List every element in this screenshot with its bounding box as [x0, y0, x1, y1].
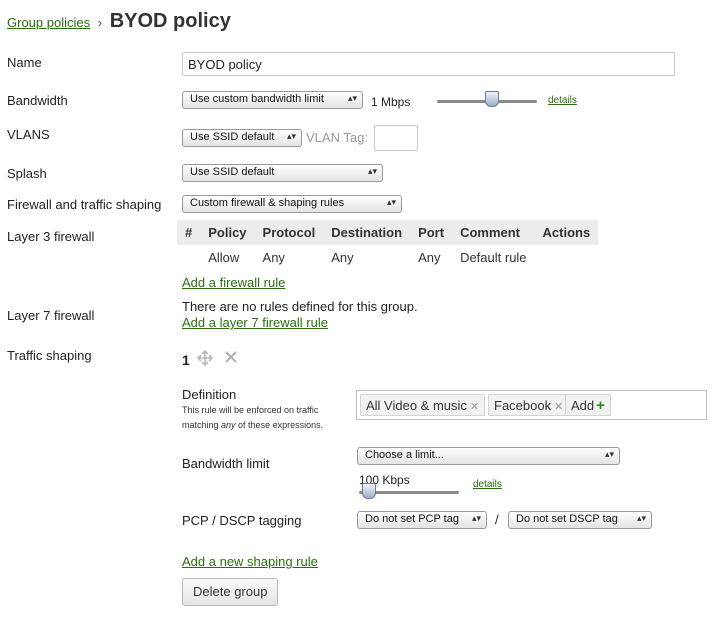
bandwidth-limit-label: Bandwidth limit: [182, 456, 270, 471]
updown-arrow-icon: ▴▾: [367, 166, 377, 176]
dscp-tag-select[interactable]: Do not set DSCP tag ▴▾: [508, 511, 652, 529]
add-expression-button[interactable]: Add +: [565, 394, 611, 416]
col-policy: Policy: [200, 220, 255, 245]
vlan-tag-label: VLAN Tag:: [306, 130, 368, 145]
add-shaping-rule-link[interactable]: Add a new shaping rule: [182, 554, 318, 569]
dscp-tag-select-value: Do not set DSCP tag: [516, 513, 618, 525]
cell-port: Any: [418, 249, 441, 265]
definition-hint-emphasis: any: [221, 420, 236, 430]
col-port: Port: [410, 220, 453, 245]
vlan-tag-input[interactable]: [374, 125, 418, 151]
layer7-empty-text: There are no rules defined for this grou…: [182, 299, 418, 314]
chip-label: Facebook: [494, 398, 552, 413]
close-icon[interactable]: [223, 349, 239, 368]
bandwidth-slider-handle[interactable]: [485, 91, 499, 107]
remove-chip-icon[interactable]: ✕: [470, 401, 479, 413]
bandwidth-details-link[interactable]: details: [548, 95, 577, 106]
col-actions: Actions: [534, 220, 599, 245]
layer7-label: Layer 7 firewall: [7, 308, 95, 323]
firewall-select-value: Custom firewall & shaping rules: [190, 197, 345, 209]
pcp-tag-select-value: Do not set PCP tag: [365, 513, 459, 525]
bandwidth-limit-select[interactable]: Choose a limit... ▴▾: [357, 447, 620, 465]
updown-arrow-icon: ▴▾: [604, 449, 614, 459]
updown-arrow-icon: ▴▾: [636, 513, 646, 523]
pcp-dscp-separator: /: [495, 512, 499, 527]
shaping-bandwidth-details-link[interactable]: details: [473, 479, 502, 490]
move-icon[interactable]: [196, 349, 214, 370]
col-destination: Destination: [323, 220, 411, 245]
cell-actions: [535, 245, 599, 269]
firewall-label: Firewall and traffic shaping: [7, 197, 162, 212]
vlans-select-value: Use SSID default: [190, 131, 275, 143]
pcp-dscp-label: PCP / DSCP tagging: [182, 513, 302, 528]
updown-arrow-icon: ▴▾: [286, 131, 296, 141]
definition-tag-input[interactable]: All Video & music ✕ Facebook ✕ Add +: [356, 390, 707, 420]
definition-label: Definition: [182, 387, 237, 402]
table-row: Allow Any Any Any Default rule: [177, 245, 598, 269]
col-comment: Comment: [452, 220, 535, 245]
updown-arrow-icon: ▴▾: [471, 513, 481, 523]
remove-chip-icon[interactable]: ✕: [554, 401, 563, 413]
chip-all-video-music: All Video & music ✕: [360, 394, 486, 416]
traffic-shaping-label: Traffic shaping: [7, 348, 92, 363]
updown-arrow-icon: ▴▾: [386, 197, 396, 207]
shaping-bandwidth-slider-handle[interactable]: [362, 483, 376, 499]
col-number: #: [177, 220, 201, 245]
chip-label: All Video & music: [366, 398, 467, 413]
add-expression-label: Add: [571, 398, 595, 413]
chip-facebook: Facebook ✕: [488, 394, 570, 416]
breadcrumb-separator: ›: [97, 15, 103, 30]
vlans-select[interactable]: Use SSID default ▴▾: [182, 129, 302, 147]
cell-number: [177, 245, 200, 269]
splash-select-value: Use SSID default: [190, 166, 275, 178]
plus-icon: +: [596, 397, 605, 414]
bandwidth-value: 1 Mbps: [371, 95, 411, 109]
page-title: BYOD policy: [109, 10, 231, 32]
cell-protocol: Any: [262, 249, 285, 265]
firewall-select[interactable]: Custom firewall & shaping rules ▴▾: [182, 195, 402, 213]
bandwidth-label: Bandwidth: [7, 93, 68, 108]
layer3-table: # Policy Protocol Destination Port Comme…: [177, 220, 599, 269]
definition-hint-part2: of these expressions.: [235, 420, 324, 430]
pcp-tag-select[interactable]: Do not set PCP tag ▴▾: [357, 511, 487, 529]
updown-arrow-icon: ▴▾: [347, 93, 357, 103]
splash-label: Splash: [7, 166, 47, 181]
splash-select[interactable]: Use SSID default ▴▾: [182, 164, 383, 182]
layer3-label: Layer 3 firewall: [7, 229, 95, 244]
bandwidth-select[interactable]: Use custom bandwidth limit ▴▾: [182, 91, 363, 109]
col-protocol: Protocol: [254, 220, 324, 245]
add-layer7-rule-link[interactable]: Add a layer 7 firewall rule: [182, 315, 328, 330]
layer3-header-row: # Policy Protocol Destination Port Comme…: [177, 220, 599, 245]
add-firewall-rule-link[interactable]: Add a firewall rule: [182, 275, 285, 290]
bandwidth-limit-select-value: Choose a limit...: [365, 449, 444, 461]
shaping-rule-number: 1: [182, 352, 190, 368]
cell-policy: Allow: [208, 249, 240, 265]
delete-group-button[interactable]: Delete group: [182, 578, 279, 606]
bandwidth-select-value: Use custom bandwidth limit: [190, 93, 324, 105]
vlans-label: VLANS: [7, 127, 50, 142]
breadcrumb-group-policies-link[interactable]: Group policies: [7, 15, 90, 30]
cell-destination: Any: [331, 249, 354, 265]
name-input[interactable]: [182, 52, 675, 76]
breadcrumb: Group policies › BYOD policy: [7, 10, 231, 33]
definition-hint: This rule will be enforced on traffic ma…: [182, 403, 354, 433]
cell-comment: Default rule: [460, 249, 527, 265]
name-label: Name: [7, 55, 42, 70]
